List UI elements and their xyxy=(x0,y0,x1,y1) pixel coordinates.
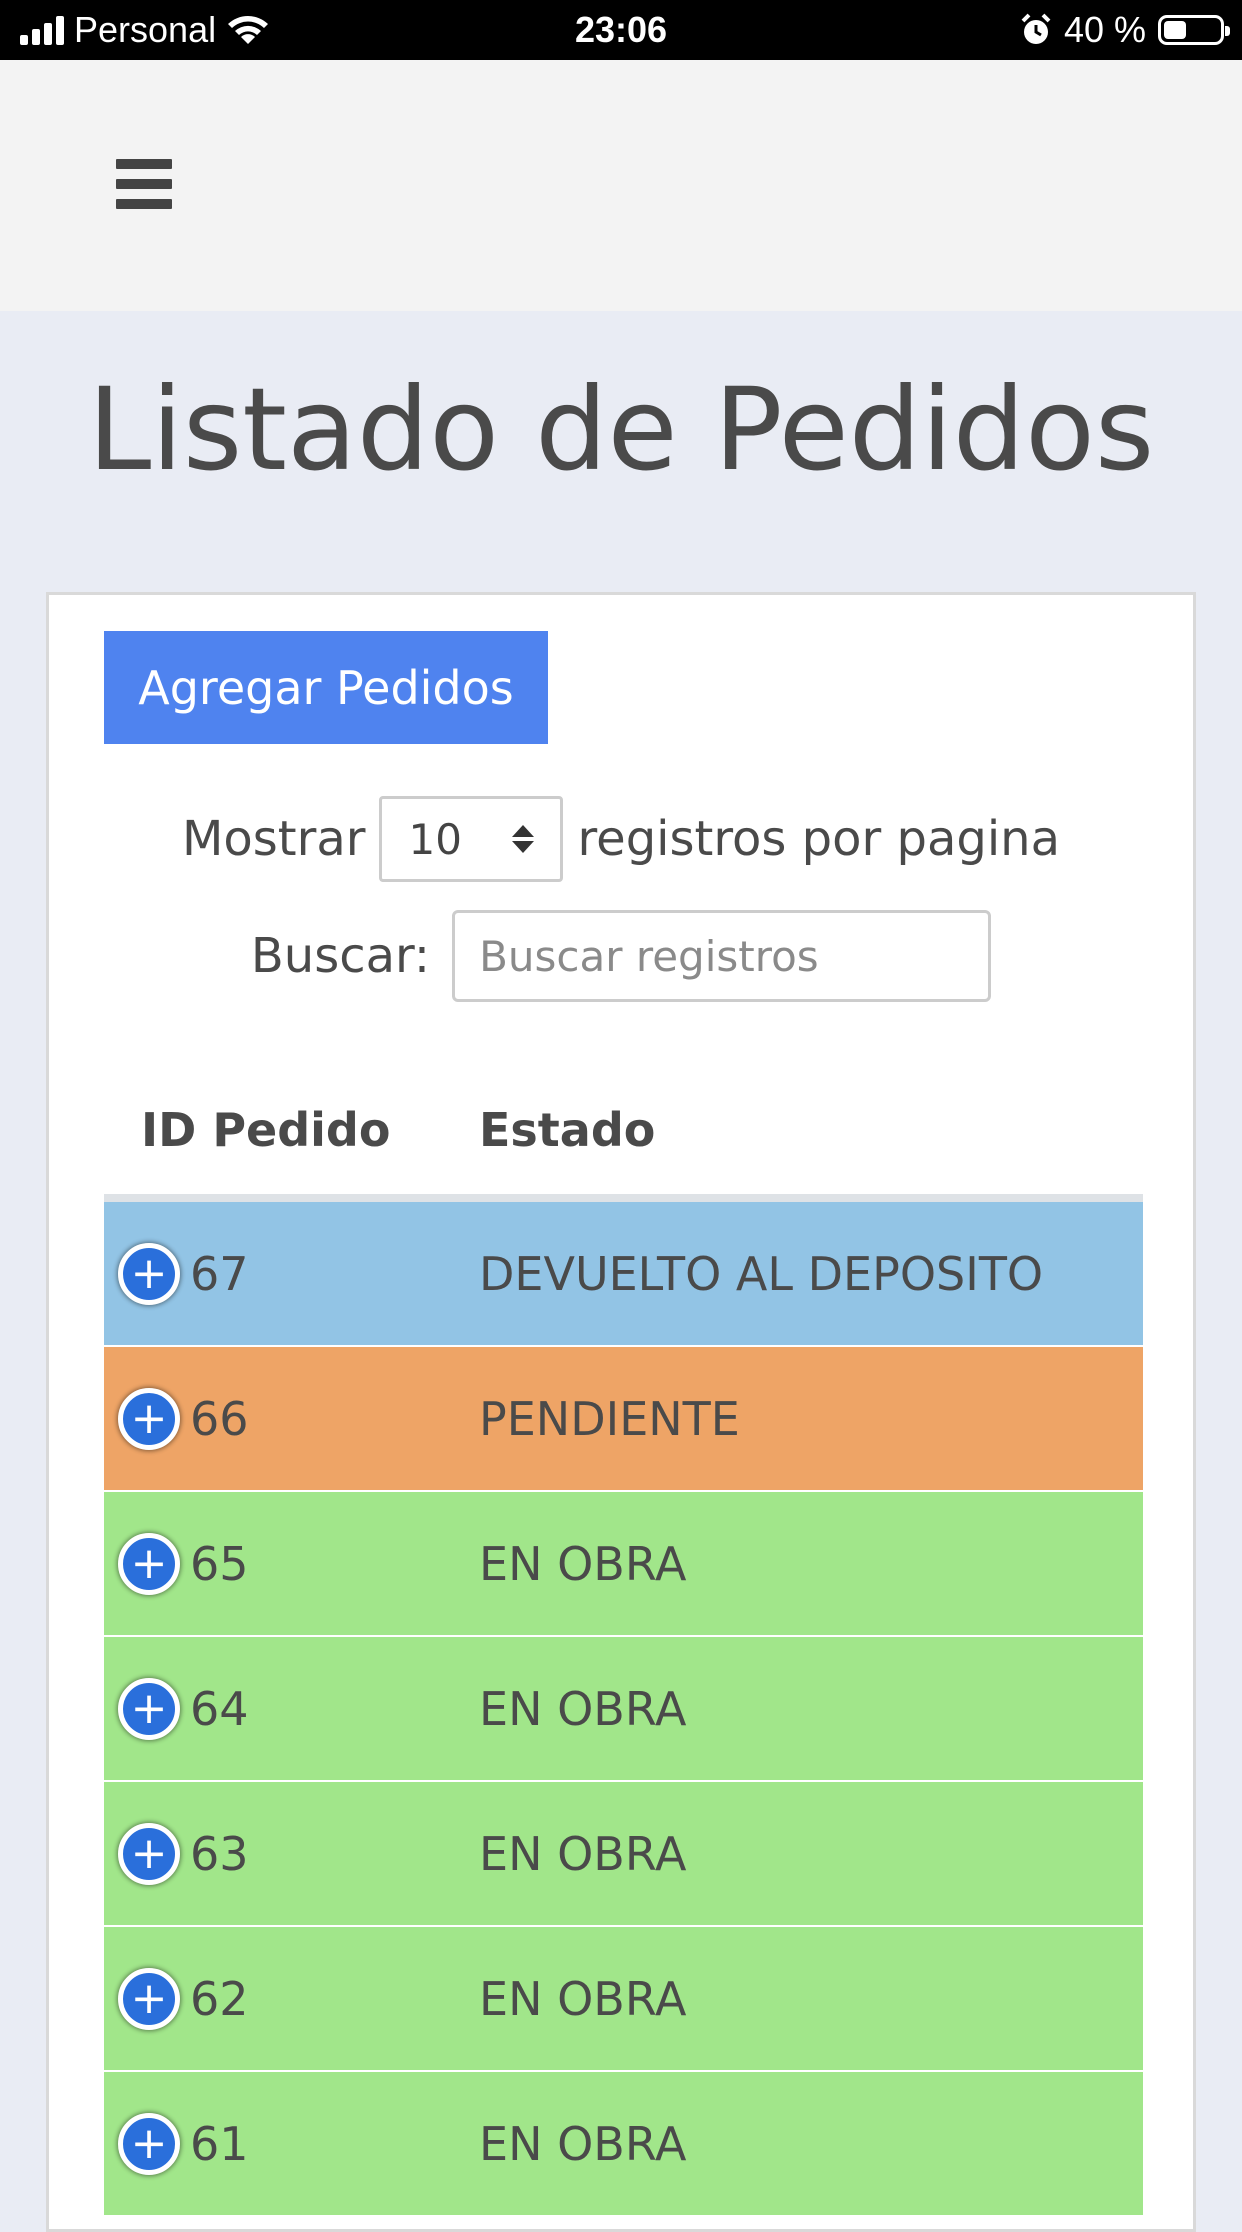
order-id-cell: +66 xyxy=(104,1387,479,1450)
signal-icon xyxy=(20,15,64,45)
hamburger-menu-icon[interactable] xyxy=(116,159,172,209)
expand-plus-icon[interactable]: + xyxy=(118,2112,180,2175)
battery-icon xyxy=(1158,15,1230,45)
search-control: Buscar: xyxy=(49,910,1193,1002)
order-id: 67 xyxy=(190,1246,249,1301)
order-id: 62 xyxy=(190,1971,249,2026)
orders-card: Agregar Pedidos Mostrar 10 registros por… xyxy=(46,592,1196,2232)
column-header-id[interactable]: ID Pedido xyxy=(104,1103,479,1157)
order-id-cell: +65 xyxy=(104,1532,479,1595)
status-left: Personal xyxy=(20,0,270,60)
order-status: EN OBRA xyxy=(479,1681,687,1736)
order-status: EN OBRA xyxy=(479,1826,687,1881)
battery-percent: 40 % xyxy=(1063,9,1146,50)
order-id-cell: +67 xyxy=(104,1242,479,1305)
table-row[interactable]: +63 EN OBRA xyxy=(104,1782,1143,1927)
orders-table: ID Pedido Estado +67 DEVUELTO AL DEPOSITO… xyxy=(104,1065,1143,2217)
search-input[interactable] xyxy=(452,910,992,1002)
wifi-icon xyxy=(228,15,269,44)
table-header: ID Pedido Estado xyxy=(104,1065,1143,1202)
table-body: +67 DEVUELTO AL DEPOSITO +66 PENDIENTE +65 EN… xyxy=(104,1202,1143,2217)
order-status: EN OBRA xyxy=(479,1971,687,2026)
navbar xyxy=(0,60,1242,311)
column-header-estado[interactable]: Estado xyxy=(479,1103,1143,1157)
table-row[interactable]: +66 PENDIENTE xyxy=(104,1347,1143,1492)
carrier-name: Personal xyxy=(74,9,217,50)
expand-plus-icon[interactable]: + xyxy=(118,1242,180,1305)
order-id: 65 xyxy=(190,1536,249,1591)
battery-level xyxy=(1164,21,1186,39)
updown-arrows-icon xyxy=(512,825,535,853)
search-label: Buscar: xyxy=(250,928,431,984)
expand-plus-icon[interactable]: + xyxy=(118,1677,180,1740)
length-prefix-label: Mostrar xyxy=(181,811,366,867)
table-row[interactable]: +62 EN OBRA xyxy=(104,1927,1143,2072)
order-id-cell: +61 xyxy=(104,2112,479,2175)
length-suffix-label: registros por pagina xyxy=(577,811,1060,867)
page-length-select[interactable]: 10 xyxy=(379,796,564,882)
table-row[interactable]: +61 EN OBRA xyxy=(104,2072,1143,2217)
table-row[interactable]: +64 EN OBRA xyxy=(104,1637,1143,1782)
table-row[interactable]: +65 EN OBRA xyxy=(104,1492,1143,1637)
order-id: 63 xyxy=(190,1826,249,1881)
page-length-control: Mostrar 10 registros por pagina xyxy=(49,793,1193,885)
alarm-icon xyxy=(1021,13,1051,44)
order-status: DEVUELTO AL DEPOSITO xyxy=(479,1246,1044,1301)
order-id: 61 xyxy=(190,2116,249,2171)
expand-plus-icon[interactable]: + xyxy=(118,1967,180,2030)
expand-plus-icon[interactable]: + xyxy=(118,1532,180,1595)
status-right: 40 % xyxy=(1020,0,1230,60)
order-status: EN OBRA xyxy=(479,1536,687,1591)
page-length-value: 10 xyxy=(408,814,462,864)
page-title: Listado de Pedidos xyxy=(87,363,1155,496)
order-id-cell: +62 xyxy=(104,1967,479,2030)
order-id: 64 xyxy=(190,1681,249,1736)
expand-plus-icon[interactable]: + xyxy=(118,1822,180,1885)
order-id-cell: +63 xyxy=(104,1822,479,1885)
status-bar: Personal 23:06 40 % xyxy=(0,0,1242,60)
order-id: 66 xyxy=(190,1391,249,1446)
add-orders-button[interactable]: Agregar Pedidos xyxy=(104,631,548,744)
order-status: PENDIENTE xyxy=(479,1391,740,1446)
order-id-cell: +64 xyxy=(104,1677,479,1740)
table-row[interactable]: +67 DEVUELTO AL DEPOSITO xyxy=(104,1202,1143,1347)
order-status: EN OBRA xyxy=(479,2116,687,2171)
expand-plus-icon[interactable]: + xyxy=(118,1387,180,1450)
